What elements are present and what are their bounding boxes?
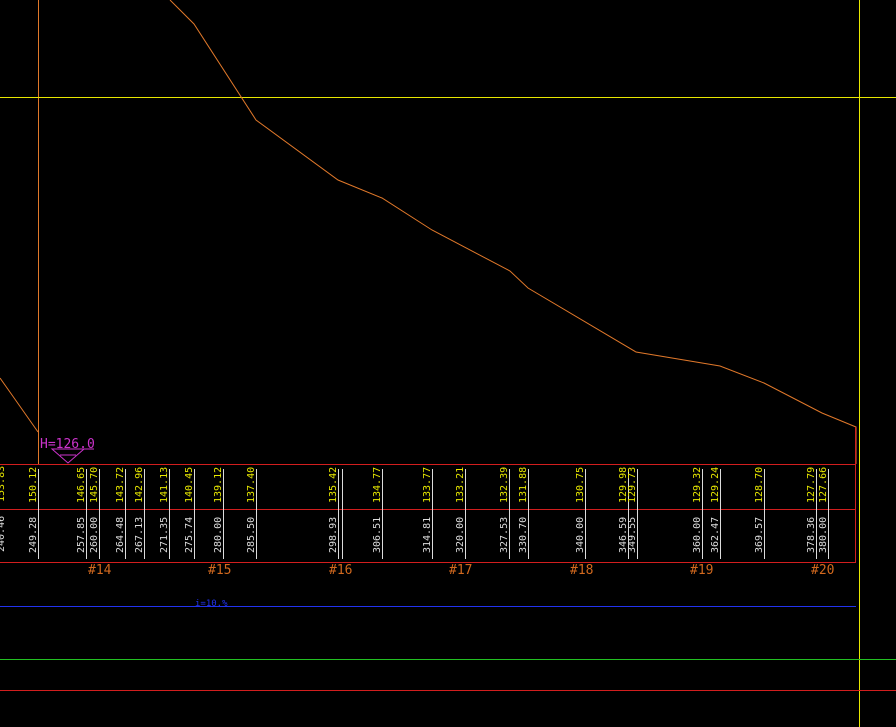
distance-value: 369.57 [754, 517, 765, 553]
slope-label: i=10.% [195, 599, 228, 609]
elevation-value: 141.13 [159, 467, 170, 503]
distance-value: 257.85 [76, 517, 87, 553]
distance-value: 275.74 [184, 517, 195, 553]
distance-value: 314.81 [422, 517, 433, 553]
elevation-value: 130.75 [575, 467, 586, 503]
distance-value: 285.50 [246, 517, 257, 553]
station-label: #19 [690, 563, 713, 578]
elevation-value: 128.70 [754, 467, 765, 503]
station-label: #20 [811, 563, 834, 578]
water-level-label: H=126.0 [40, 437, 95, 452]
elevation-value: 133.21 [455, 467, 466, 503]
elevation-value: 131.88 [518, 467, 529, 503]
elevation-value: 129.32 [692, 467, 703, 503]
distance-value: 380.00 [818, 517, 829, 553]
distance-value: 378.36 [806, 517, 817, 553]
station-label: #15 [208, 563, 231, 578]
elevation-value: 127.79 [806, 467, 817, 503]
station-label: #16 [329, 563, 352, 578]
distance-value: 362.47 [710, 517, 721, 553]
distance-value: 298.93 [328, 517, 339, 553]
elevation-value: 146.65 [76, 467, 87, 503]
distance-value: 280.00 [213, 517, 224, 553]
distance-value: 320.00 [455, 517, 466, 553]
distance-value: 360.00 [692, 517, 703, 553]
clipped-distance-value: 240.46 [0, 516, 7, 552]
elevation-value: 127.66 [818, 467, 829, 503]
elevation-value: 133.77 [422, 467, 433, 503]
elevation-value: 150.12 [28, 467, 39, 503]
elevation-value: 137.40 [246, 467, 257, 503]
elevation-value: 132.39 [499, 467, 510, 503]
elevation-value: 143.72 [115, 467, 126, 503]
elevation-value: 129.24 [710, 467, 721, 503]
station-label: #18 [570, 563, 593, 578]
elevation-value: 139.12 [213, 467, 224, 503]
distance-value: 267.13 [134, 517, 145, 553]
distance-value: 249.28 [28, 517, 39, 553]
distance-value: 349.55 [627, 517, 638, 553]
distance-value: 330.70 [518, 517, 529, 553]
clipped-elevation-value: 153.83 [0, 466, 7, 502]
cad-drawing-canvas[interactable]: H=126.0 150.12 146.65 145.70 143.72 142.96 14… [0, 0, 896, 727]
distance-value: 264.48 [115, 517, 126, 553]
elevation-value: 142.96 [134, 467, 145, 503]
distance-value: 306.51 [372, 517, 383, 553]
elevation-value: 140.45 [184, 467, 195, 503]
distance-value: 271.35 [159, 517, 170, 553]
elevation-value: 134.77 [372, 467, 383, 503]
station-label: #14 [88, 563, 112, 578]
station-label: #17 [449, 563, 472, 578]
distance-value: 260.00 [89, 517, 100, 553]
elevation-value: 135.42 [328, 467, 339, 503]
distance-value: 340.00 [575, 517, 586, 553]
elevation-value: 145.70 [89, 467, 100, 503]
distance-value: 327.53 [499, 517, 510, 553]
elevation-value: 129.73 [627, 467, 638, 503]
